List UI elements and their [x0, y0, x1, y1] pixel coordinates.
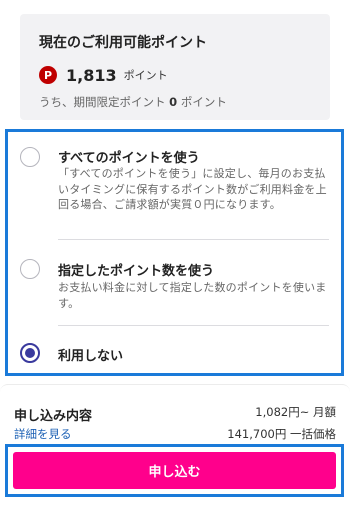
option-divider — [58, 239, 329, 240]
rakuten-point-icon: P — [39, 66, 57, 84]
points-row: P 1,813 ポイント — [39, 65, 330, 85]
option-label: すべてのポイントを使う — [58, 151, 200, 166]
option-description: お支払い料金に対して指定した数のポイントを使います。 — [58, 281, 327, 310]
summary-title: 申し込み内容 — [14, 409, 93, 424]
limited-points-suffix: ポイント — [180, 95, 227, 109]
option-label: 利用しない — [58, 349, 124, 364]
point-usage-options: すべてのポイントを使う 「すべてのポイントを使う」に設定し、毎月のお支払いタイミ… — [5, 129, 344, 376]
apply-button[interactable]: 申し込む — [13, 452, 336, 489]
radio-do-not-use[interactable] — [20, 343, 40, 363]
option-label: 指定したポイント数を使う — [58, 264, 215, 279]
option-divider — [58, 325, 329, 326]
apply-button-highlight: 申し込む — [5, 444, 344, 497]
points-unit: ポイント — [123, 69, 168, 82]
limited-points-prefix: うち、期間限定ポイント — [39, 95, 166, 109]
limited-points-value: 0 — [169, 95, 178, 109]
radio-use-all-points[interactable] — [20, 147, 40, 167]
lump-sum-price: 141,700円 一括価格 — [227, 427, 336, 441]
radio-use-specified-points[interactable] — [20, 259, 40, 279]
points-value: 1,813 — [66, 65, 117, 85]
limited-points-note: うち、期間限定ポイント 0 ポイント — [39, 95, 330, 109]
points-title: 現在のご利用可能ポイント — [39, 35, 207, 51]
details-link[interactable]: 詳細を見る — [14, 426, 72, 442]
monthly-price: 1,082円~ 月額 — [255, 405, 336, 419]
available-points-card: 現在のご利用可能ポイント P 1,813 ポイント うち、期間限定ポイント 0 … — [20, 14, 330, 120]
option-description: 「すべてのポイントを使う」に設定し、毎月のお支払いタイミングに保有するポイント数… — [58, 167, 327, 211]
